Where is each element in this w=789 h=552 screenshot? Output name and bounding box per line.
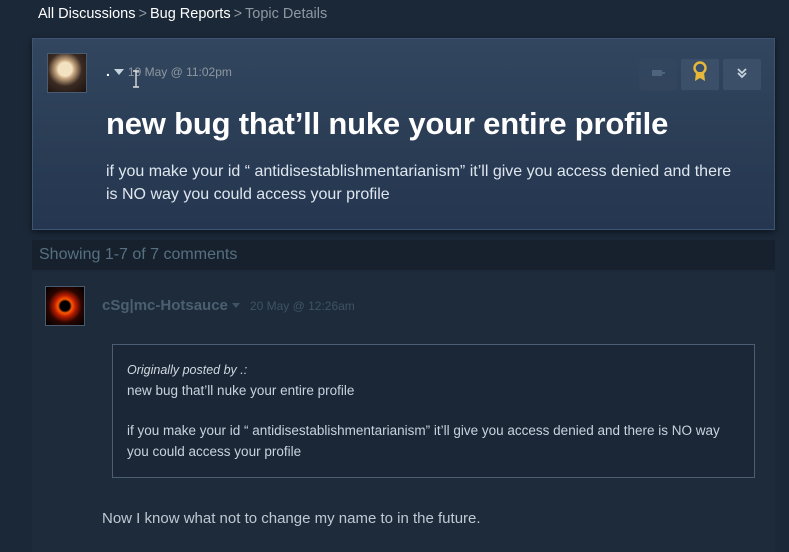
comment-timestamp: 20 May @ 12:26am — [249, 299, 355, 313]
quote-line: new bug that’ll nuke your entire profile — [127, 382, 355, 398]
award-button[interactable] — [681, 59, 719, 90]
author-dropdown-icon[interactable] — [231, 303, 240, 309]
topic-title: new bug that’ll nuke your entire profile — [106, 106, 669, 141]
author-avatar[interactable] — [47, 53, 87, 93]
quote-spacer — [127, 401, 740, 421]
double-chevron-down-icon — [736, 66, 748, 84]
quote-header: Originally posted by .: — [127, 363, 248, 377]
topic-panel: . 19 May @ 11:02pm new bug that’ll nuke y… — [32, 38, 775, 230]
breadcrumb-current: Topic Details — [245, 6, 328, 22]
flag-button[interactable] — [639, 59, 677, 90]
flag-icon — [650, 66, 666, 84]
more-options-button[interactable] — [723, 59, 761, 90]
comment-text: Now I know what not to change my name to… — [102, 510, 481, 527]
comment-author-row: cSg|mc-Hotsauce 20 May @ 12:26am — [102, 297, 355, 314]
topic-timestamp: 19 May @ 11:02pm — [127, 65, 232, 79]
topic-action-buttons — [639, 59, 761, 90]
text-cursor-icon — [132, 70, 139, 88]
comment-author-name[interactable]: cSg|mc-Hotsauce — [102, 297, 228, 314]
breadcrumb: All Discussions > Bug Reports > Topic Detail… — [38, 6, 327, 22]
topic-author-row: . 19 May @ 11:02pm — [106, 63, 232, 79]
quote-line: if you make your id “ antidisestablishme… — [127, 423, 720, 459]
breadcrumb-separator: > — [233, 6, 243, 22]
award-icon — [692, 61, 708, 88]
topic-body: if you make your id “ antidisestablishme… — [106, 163, 732, 203]
commenter-avatar[interactable] — [45, 286, 85, 326]
comments-count: Showing 1-7 of 7 comments — [32, 240, 775, 270]
breadcrumb-separator: > — [138, 6, 147, 22]
author-dropdown-icon[interactable] — [113, 69, 124, 76]
quote-block: Originally posted by .: new bug that’ll … — [112, 344, 755, 478]
breadcrumb-all-discussions[interactable]: All Discussions — [38, 6, 136, 22]
breadcrumb-bug-reports[interactable]: Bug Reports — [150, 6, 231, 22]
topic-author-name[interactable]: . — [106, 63, 110, 79]
comment: cSg|mc-Hotsauce 20 May @ 12:26am Original… — [32, 272, 775, 552]
